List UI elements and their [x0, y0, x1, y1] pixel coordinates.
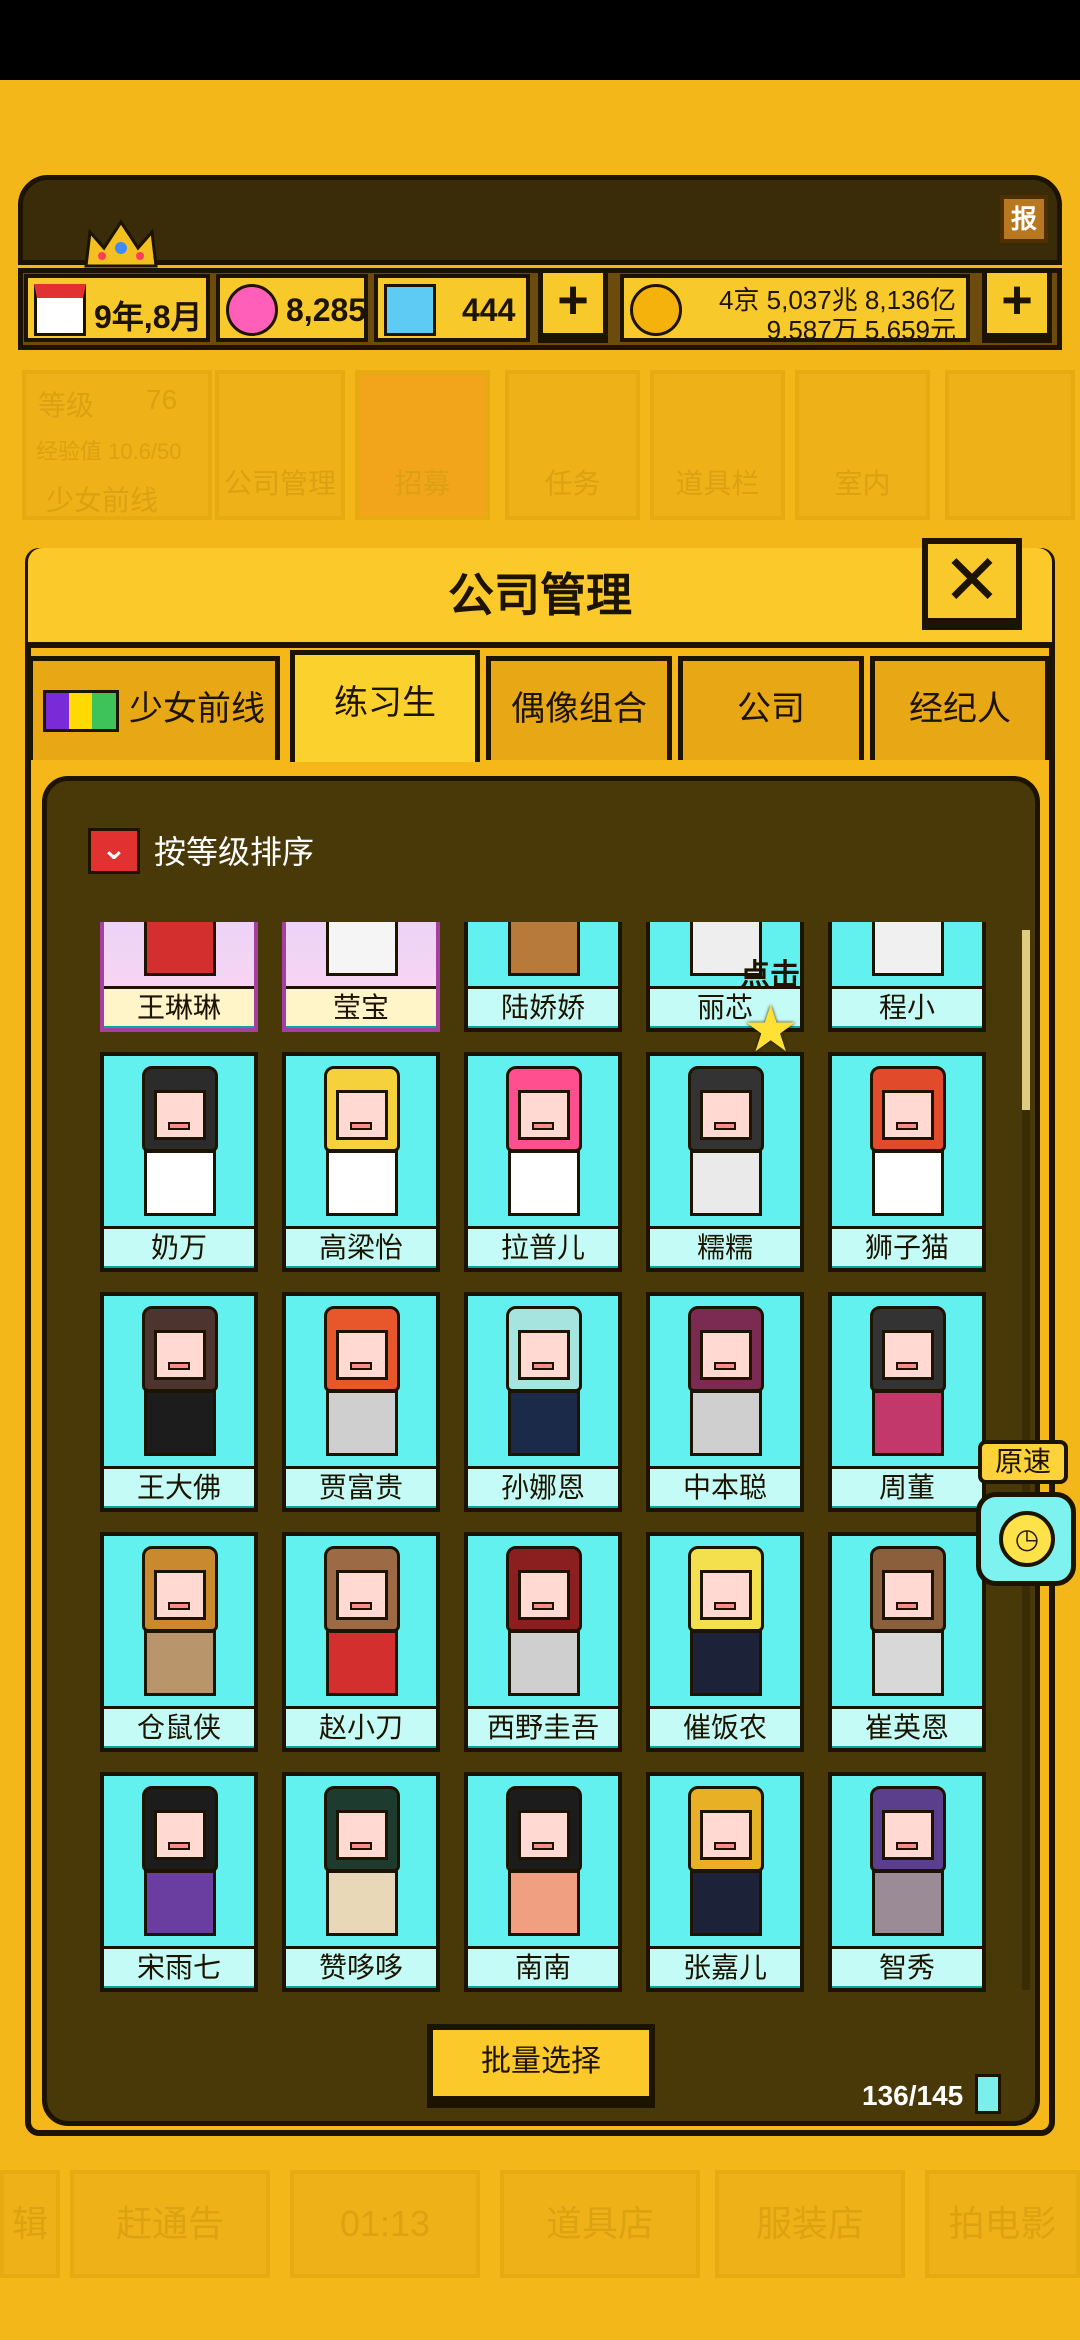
bottom-item-0: 辑 — [0, 2170, 60, 2278]
bottom-item-3: 道具店 — [500, 2170, 700, 2278]
bottom-item-1: 赶通告 — [70, 2170, 270, 2278]
bottom-item-2: 01:13 — [290, 2170, 480, 2278]
background-bottom-menu: 辑 赶通告 01:13 道具店 服装店 拍电影 — [0, 0, 1080, 2340]
bottom-item-5: 拍电影 — [925, 2170, 1080, 2278]
bottom-item-4: 服装店 — [715, 2170, 905, 2278]
